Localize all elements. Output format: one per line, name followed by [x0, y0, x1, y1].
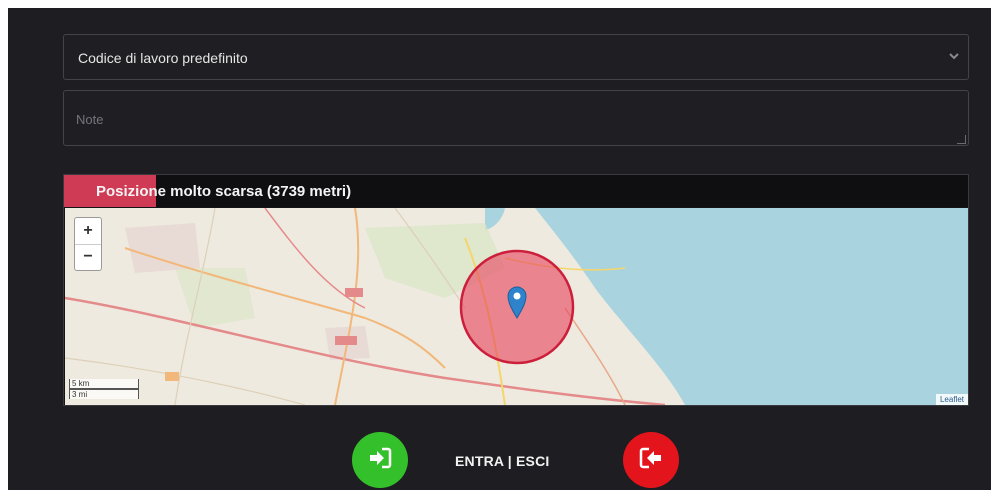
- scale-mi: 3 mi: [69, 389, 139, 399]
- map-attribution[interactable]: Leaflet: [935, 394, 968, 405]
- sign-in-icon: [367, 445, 393, 476]
- notes-placeholder: Note: [76, 112, 104, 127]
- resize-handle-icon[interactable]: [957, 135, 966, 144]
- zoom-out-button[interactable]: −: [75, 244, 101, 269]
- clock-actions: ENTRA | ESCI: [0, 432, 999, 488]
- enter-exit-label: ENTRA | ESCI: [455, 453, 550, 469]
- notes-field[interactable]: Note: [63, 90, 969, 146]
- zoom-control: + −: [74, 217, 102, 271]
- zoom-in-button[interactable]: +: [75, 218, 101, 244]
- work-code-select[interactable]: Codice di lavoro predefinito: [63, 34, 969, 80]
- work-code-value: Codice di lavoro predefinito: [78, 50, 248, 66]
- location-panel: Posizione molto scarsa (3739 metri) + − …: [63, 174, 969, 406]
- enter-button[interactable]: [352, 432, 408, 488]
- attribution-link[interactable]: Leaflet: [940, 395, 964, 404]
- sign-out-icon: [638, 445, 664, 476]
- scale-km: 5 km: [69, 379, 139, 389]
- map-scale: 5 km 3 mi: [69, 379, 139, 399]
- location-header: Posizione molto scarsa (3739 metri): [64, 175, 968, 207]
- chevron-down-icon: [948, 49, 960, 65]
- map-tiles: [65, 208, 968, 405]
- map-view[interactable]: + − 5 km 3 mi Leaflet: [65, 208, 968, 405]
- location-quality-label: Posizione molto scarsa (3739 metri): [96, 183, 352, 200]
- exit-button[interactable]: [623, 432, 679, 488]
